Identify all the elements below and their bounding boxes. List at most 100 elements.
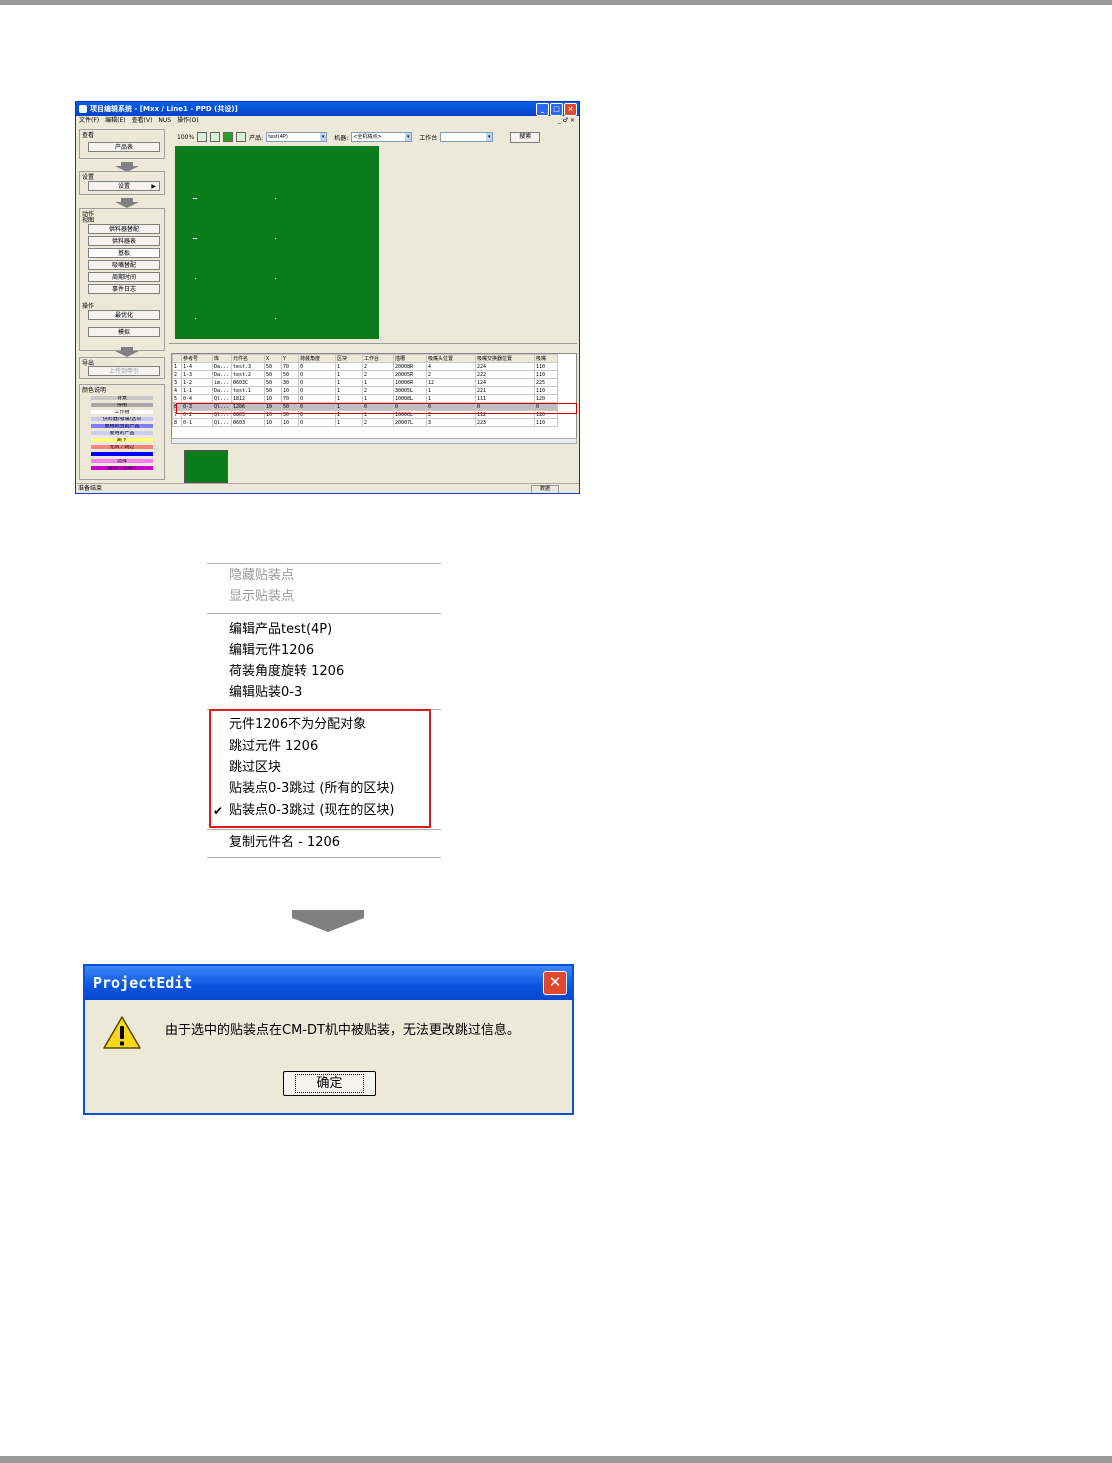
dialog-close-button[interactable]: ✕ — [543, 971, 567, 995]
column-header[interactable]: 元件名 — [231, 354, 265, 363]
table-row[interactable]: 4 1-1 Da... test.1 50 10 0 1 2 30005L 1 221 110 — [172, 386, 558, 395]
column-header[interactable]: 吸嘴交换器位置 — [475, 354, 535, 363]
table-cell: 10 — [264, 394, 282, 403]
placement-point[interactable] — [275, 278, 276, 279]
table-cell: Ql... — [212, 418, 232, 427]
column-header[interactable]: X — [264, 354, 282, 363]
placement-point[interactable] — [193, 198, 197, 199]
zoom-out-icon[interactable] — [210, 132, 221, 142]
menu-view[interactable]: 查看(V) — [132, 116, 153, 125]
page-top-rule — [0, 0, 1112, 5]
column-header[interactable]: 荷装角度 — [298, 354, 336, 363]
placement-point[interactable] — [275, 238, 276, 239]
menu-edit-placement[interactable]: 编辑贴装0-3 — [229, 683, 302, 703]
optimize-button[interactable]: 最优化 — [88, 310, 160, 320]
splitter[interactable] — [169, 343, 577, 349]
placement-point[interactable] — [193, 238, 197, 239]
upload-button[interactable]: 上传到甲引 — [88, 366, 160, 376]
minimap[interactable] — [184, 450, 228, 483]
column-header[interactable]: Y — [281, 354, 299, 363]
search-button[interactable]: 搜索 — [510, 131, 541, 143]
menu-show-points[interactable]: 显示贴装点 — [229, 587, 294, 607]
menu-file[interactable]: 文件(F) — [79, 116, 99, 125]
table-row[interactable]: 5 0-4 Ql... 1812 10 70 0 1 1 10008L 1 111 120 — [172, 394, 558, 403]
feeder-table-button[interactable]: 供料器表 — [88, 236, 160, 246]
maximize-button[interactable]: □ — [550, 103, 563, 116]
table-row[interactable]: 1 1-4 Da... test.3 50 70 0 1 2 20008R 4 224 110 — [172, 362, 558, 371]
table-cell: 0603 — [231, 418, 265, 427]
menu-nus[interactable]: NUS — [158, 116, 171, 125]
table-cell: 20008R — [393, 362, 427, 371]
settings-button[interactable]: 设置 ▶ — [88, 181, 160, 191]
dialog-title: ProjectEdit — [93, 974, 193, 992]
placement-point[interactable] — [195, 318, 196, 319]
table-cell: 2 — [172, 370, 182, 379]
table-cell: 3 — [426, 418, 476, 427]
ok-button[interactable]: 确定 — [283, 1071, 376, 1096]
grid-horizontal-scrollbar[interactable] — [171, 438, 577, 444]
minimize-button[interactable]: _ — [536, 103, 549, 116]
feeder-assign-button[interactable]: 供料器替配 — [88, 224, 160, 234]
column-header[interactable]: 库 — [212, 354, 232, 363]
mdi-controls[interactable]: _ ♂ × — [558, 116, 575, 125]
zoom-in-icon[interactable] — [197, 132, 208, 142]
machine-select[interactable]: <全机械点> — [351, 132, 413, 142]
table-row[interactable]: 3 1-2 im... 0603C 50 30 0 1 1 10006R 12 124 225 — [172, 378, 558, 387]
app-icon — [79, 105, 87, 113]
minimap-scroll-arrows[interactable] — [175, 449, 183, 482]
column-header[interactable]: 插槽 — [393, 354, 427, 363]
legend-item: 选择 — [91, 459, 153, 463]
column-header[interactable]: 区块 — [335, 354, 363, 363]
menu-copy-component-name[interactable]: 复制元件名 - 1206 — [229, 833, 340, 853]
menu-edit[interactable]: 编辑(E) — [105, 116, 125, 125]
product-select[interactable]: test(4P) — [266, 132, 328, 142]
table-cell: 1 — [335, 370, 363, 379]
color-legend-label: 颜色说明 — [82, 387, 107, 394]
menu-separator — [207, 829, 441, 830]
placement-point[interactable] — [275, 318, 276, 319]
table-row[interactable]: 8 0-1 Ql... 0603 10 10 0 1 2 20007L 3 223 110 — [172, 418, 558, 427]
fit-icon[interactable] — [223, 132, 234, 142]
menu-operate[interactable]: 操作(O) — [177, 116, 198, 125]
table-cell: 0 — [298, 418, 336, 427]
column-header[interactable]: 参考号 — [181, 354, 213, 363]
table-cell: Da... — [212, 370, 232, 379]
placement-point[interactable] — [275, 198, 276, 199]
table-cell: 0603C — [231, 378, 265, 387]
operation-group-label: 操作 — [82, 303, 95, 310]
table-cell: 0-1 — [181, 418, 213, 427]
table-row[interactable]: 2 1-3 Da... test.2 50 50 0 1 2 20005R 2 222 110 — [172, 370, 558, 379]
menu-edit-component[interactable]: 编辑元件1206 — [229, 641, 314, 661]
table-cell: 0 — [298, 394, 336, 403]
highlight-box — [209, 709, 431, 828]
table-cell: 1 — [335, 362, 363, 371]
placement-point[interactable] — [195, 278, 196, 279]
table-cell: 1 — [426, 394, 476, 403]
board-button[interactable]: 基板 — [88, 248, 160, 258]
table-cell: 222 — [475, 370, 535, 379]
board-canvas[interactable] — [175, 146, 379, 339]
ok-button-label: 确定 — [295, 1074, 364, 1093]
product-table-button[interactable]: 产品表 — [88, 142, 160, 152]
menu-hide-points[interactable]: 隐藏贴装点 — [229, 566, 294, 586]
table-select[interactable] — [440, 132, 494, 142]
table-cell: 110 — [534, 418, 558, 427]
column-header[interactable]: 工作台 — [362, 354, 394, 363]
event-log-button[interactable]: 事件日志 — [88, 284, 160, 294]
column-header[interactable]: 吸嘴头位置 — [426, 354, 476, 363]
cycle-time-button[interactable]: 周期时间 — [88, 272, 160, 282]
column-header[interactable] — [172, 354, 182, 363]
simulate-button[interactable]: 模拟 — [88, 327, 160, 337]
dialog-message: 由于选中的贴装点在CM-DT机中被贴装，无法更改跳过信息。 — [165, 1023, 520, 1038]
app-window: 项目编辑系统 - [Mxx / Line1 - PPD (共设)] _ □ × … — [75, 101, 580, 494]
grid-icon[interactable] — [236, 132, 247, 142]
table-cell: 110 — [534, 370, 558, 379]
table-cell: Ql... — [212, 394, 232, 403]
menu-rotate-angle[interactable]: 荷装角度旋转 1206 — [229, 662, 344, 682]
menu-edit-product[interactable]: 编辑产品test(4P) — [229, 620, 332, 640]
nozzle-assign-button[interactable]: 吸嘴替配 — [88, 260, 160, 270]
close-button[interactable]: × — [564, 103, 577, 116]
column-header[interactable]: 吸嘴 — [534, 354, 558, 363]
table-cell: 1 — [362, 394, 394, 403]
table-cell: 0 — [298, 370, 336, 379]
